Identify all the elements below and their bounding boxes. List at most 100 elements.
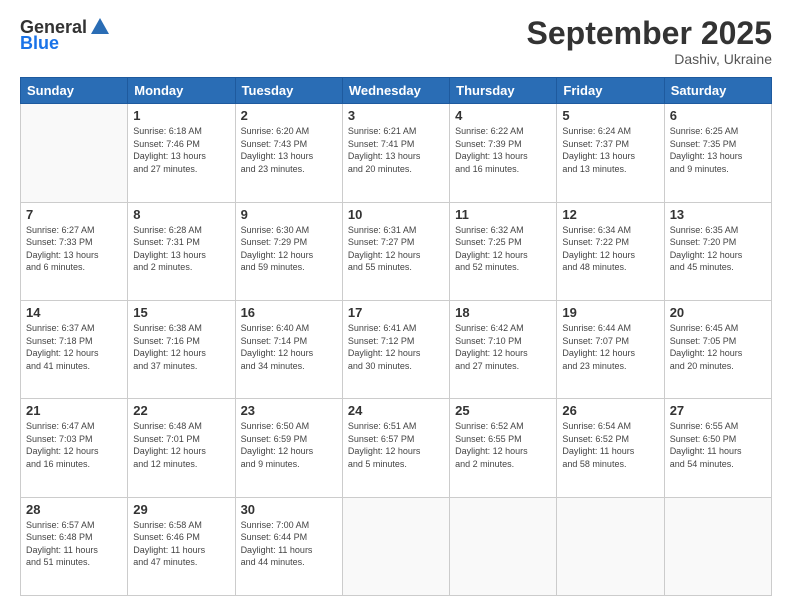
day-info: Sunrise: 6:44 AM Sunset: 7:07 PM Dayligh…: [562, 322, 658, 372]
day-number: 26: [562, 403, 658, 418]
day-info: Sunrise: 6:42 AM Sunset: 7:10 PM Dayligh…: [455, 322, 551, 372]
logo: General Blue: [20, 16, 111, 52]
day-info: Sunrise: 6:27 AM Sunset: 7:33 PM Dayligh…: [26, 224, 122, 274]
day-number: 5: [562, 108, 658, 123]
calendar-cell: 23Sunrise: 6:50 AM Sunset: 6:59 PM Dayli…: [235, 399, 342, 497]
header-friday: Friday: [557, 78, 664, 104]
calendar-cell: [664, 497, 771, 595]
week-row-1: 1Sunrise: 6:18 AM Sunset: 7:46 PM Daylig…: [21, 104, 772, 202]
calendar-cell: 12 Sunrise: 6:34 AM Sunset: 7:22 PM Dayli…: [557, 202, 664, 300]
day-info: Sunrise: 6:37 AM Sunset: 7:18 PM Dayligh…: [26, 322, 122, 372]
month-title: September 2025: [527, 16, 772, 51]
day-info: Sunrise: 6:24 AM Sunset: 7:37 PM Dayligh…: [562, 125, 658, 175]
header-tuesday: Tuesday: [235, 78, 342, 104]
logo-icon: [89, 16, 111, 38]
day-number: 13: [670, 207, 766, 222]
day-info: Sunrise: 6:25 AM Sunset: 7:35 PM Dayligh…: [670, 125, 766, 175]
day-number: 27: [670, 403, 766, 418]
calendar-cell: [342, 497, 449, 595]
calendar-cell: 10Sunrise: 6:31 AM Sunset: 7:27 PM Dayli…: [342, 202, 449, 300]
logo-blue: Blue: [20, 34, 59, 52]
day-number: 3: [348, 108, 444, 123]
day-number: 7: [26, 207, 122, 222]
calendar-cell: 15 Sunrise: 6:38 AM Sunset: 7:16 PM Dayli…: [128, 300, 235, 398]
calendar-cell: 9 Sunrise: 6:30 AM Sunset: 7:29 PM Daylig…: [235, 202, 342, 300]
day-number: 17: [348, 305, 444, 320]
day-number: 11: [455, 207, 551, 222]
header-sunday: Sunday: [21, 78, 128, 104]
day-number: 29: [133, 502, 229, 517]
calendar-cell: 19 Sunrise: 6:44 AM Sunset: 7:07 PM Dayli…: [557, 300, 664, 398]
calendar-cell: 8 Sunrise: 6:28 AM Sunset: 7:31 PM Daylig…: [128, 202, 235, 300]
calendar-cell: 30 Sunrise: 7:00 AM Sunset: 6:44 PM Dayli…: [235, 497, 342, 595]
day-info: Sunrise: 6:41 AM Sunset: 7:12 PM Dayligh…: [348, 322, 444, 372]
day-info: Sunrise: 6:40 AM Sunset: 7:14 PM Dayligh…: [241, 322, 337, 372]
calendar-cell: 13 Sunrise: 6:35 AM Sunset: 7:20 PM Dayli…: [664, 202, 771, 300]
day-number: 18: [455, 305, 551, 320]
day-info: Sunrise: 6:30 AM Sunset: 7:29 PM Dayligh…: [241, 224, 337, 274]
day-number: 4: [455, 108, 551, 123]
day-number: 16: [241, 305, 337, 320]
weekday-header-row: Sunday Monday Tuesday Wednesday Thursday…: [21, 78, 772, 104]
calendar-cell: 1Sunrise: 6:18 AM Sunset: 7:46 PM Daylig…: [128, 104, 235, 202]
calendar-cell: 28Sunrise: 6:57 AM Sunset: 6:48 PM Dayli…: [21, 497, 128, 595]
day-info: Sunrise: 6:52 AM Sunset: 6:55 PM Dayligh…: [455, 420, 551, 470]
day-info: Sunrise: 6:58 AM Sunset: 6:46 PM Dayligh…: [133, 519, 229, 569]
day-info: Sunrise: 6:47 AM Sunset: 7:03 PM Dayligh…: [26, 420, 122, 470]
day-info: Sunrise: 6:22 AM Sunset: 7:39 PM Dayligh…: [455, 125, 551, 175]
day-number: 9: [241, 207, 337, 222]
day-info: Sunrise: 6:38 AM Sunset: 7:16 PM Dayligh…: [133, 322, 229, 372]
day-number: 8: [133, 207, 229, 222]
calendar-cell: 17 Sunrise: 6:41 AM Sunset: 7:12 PM Dayli…: [342, 300, 449, 398]
calendar-cell: [557, 497, 664, 595]
day-info: Sunrise: 6:20 AM Sunset: 7:43 PM Dayligh…: [241, 125, 337, 175]
day-number: 25: [455, 403, 551, 418]
header-monday: Monday: [128, 78, 235, 104]
day-info: Sunrise: 6:35 AM Sunset: 7:20 PM Dayligh…: [670, 224, 766, 274]
day-number: 14: [26, 305, 122, 320]
day-info: Sunrise: 6:21 AM Sunset: 7:41 PM Dayligh…: [348, 125, 444, 175]
day-info: Sunrise: 6:51 AM Sunset: 6:57 PM Dayligh…: [348, 420, 444, 470]
calendar-table: Sunday Monday Tuesday Wednesday Thursday…: [20, 77, 772, 596]
day-number: 24: [348, 403, 444, 418]
day-info: Sunrise: 6:50 AM Sunset: 6:59 PM Dayligh…: [241, 420, 337, 470]
week-row-5: 28Sunrise: 6:57 AM Sunset: 6:48 PM Dayli…: [21, 497, 772, 595]
day-info: Sunrise: 6:34 AM Sunset: 7:22 PM Dayligh…: [562, 224, 658, 274]
header-thursday: Thursday: [450, 78, 557, 104]
calendar-cell: [21, 104, 128, 202]
calendar-cell: 29 Sunrise: 6:58 AM Sunset: 6:46 PM Dayli…: [128, 497, 235, 595]
day-info: Sunrise: 6:31 AM Sunset: 7:27 PM Dayligh…: [348, 224, 444, 274]
day-number: 2: [241, 108, 337, 123]
title-block: September 2025 Dashiv, Ukraine: [527, 16, 772, 67]
calendar-cell: 2 Sunrise: 6:20 AM Sunset: 7:43 PM Daylig…: [235, 104, 342, 202]
calendar-cell: 14 Sunrise: 6:37 AM Sunset: 7:18 PM Dayli…: [21, 300, 128, 398]
day-number: 21: [26, 403, 122, 418]
day-info: Sunrise: 7:00 AM Sunset: 6:44 PM Dayligh…: [241, 519, 337, 569]
day-number: 15: [133, 305, 229, 320]
day-number: 28: [26, 502, 122, 517]
day-info: Sunrise: 6:18 AM Sunset: 7:46 PM Dayligh…: [133, 125, 229, 175]
calendar-cell: 22 Sunrise: 6:48 AM Sunset: 7:01 PM Dayli…: [128, 399, 235, 497]
day-info: Sunrise: 6:48 AM Sunset: 7:01 PM Dayligh…: [133, 420, 229, 470]
calendar-cell: 5 Sunrise: 6:24 AM Sunset: 7:37 PM Daylig…: [557, 104, 664, 202]
calendar-cell: 7 Sunrise: 6:27 AM Sunset: 7:33 PM Daylig…: [21, 202, 128, 300]
calendar-cell: 3 Sunrise: 6:21 AM Sunset: 7:41 PM Daylig…: [342, 104, 449, 202]
day-number: 19: [562, 305, 658, 320]
day-number: 30: [241, 502, 337, 517]
day-info: Sunrise: 6:32 AM Sunset: 7:25 PM Dayligh…: [455, 224, 551, 274]
day-info: Sunrise: 6:28 AM Sunset: 7:31 PM Dayligh…: [133, 224, 229, 274]
header-wednesday: Wednesday: [342, 78, 449, 104]
day-number: 22: [133, 403, 229, 418]
calendar-cell: 20Sunrise: 6:45 AM Sunset: 7:05 PM Dayli…: [664, 300, 771, 398]
day-info: Sunrise: 6:55 AM Sunset: 6:50 PM Dayligh…: [670, 420, 766, 470]
calendar-cell: 16 Sunrise: 6:40 AM Sunset: 7:14 PM Dayli…: [235, 300, 342, 398]
calendar-cell: [450, 497, 557, 595]
day-number: 6: [670, 108, 766, 123]
page: General Blue September 2025 Dashiv, Ukra…: [0, 0, 792, 612]
location-subtitle: Dashiv, Ukraine: [527, 51, 772, 67]
day-number: 20: [670, 305, 766, 320]
day-number: 12: [562, 207, 658, 222]
calendar-cell: 18 Sunrise: 6:42 AM Sunset: 7:10 PM Dayli…: [450, 300, 557, 398]
calendar-cell: 26Sunrise: 6:54 AM Sunset: 6:52 PM Dayli…: [557, 399, 664, 497]
calendar-cell: 4 Sunrise: 6:22 AM Sunset: 7:39 PM Daylig…: [450, 104, 557, 202]
